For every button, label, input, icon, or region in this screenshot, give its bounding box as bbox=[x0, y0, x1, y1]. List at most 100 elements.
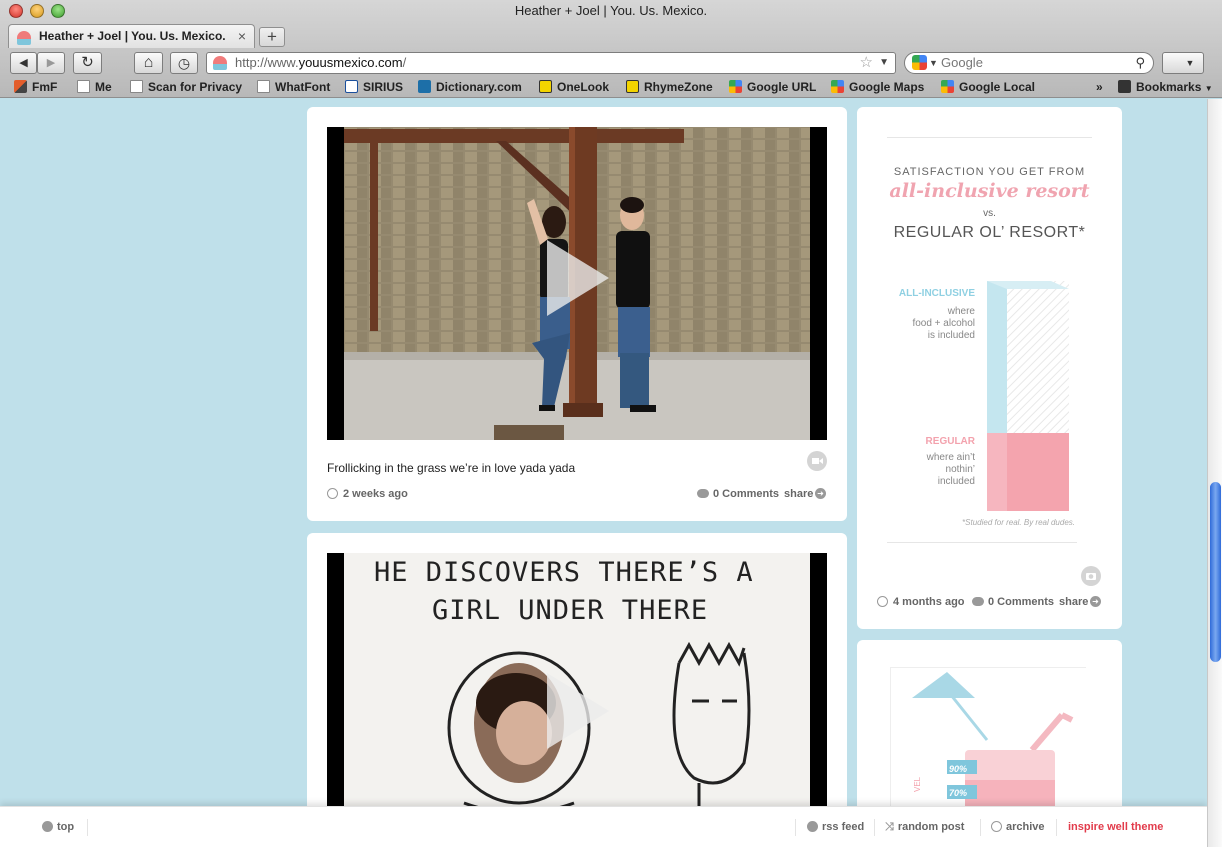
home-button[interactable]: ⌂ bbox=[134, 52, 163, 74]
google-maps-icon bbox=[831, 80, 844, 93]
label-regular-desc: where ain’t nothin’ included bbox=[926, 452, 975, 487]
extension-dropdown-icon: ▼ bbox=[1185, 58, 1195, 68]
chevron-down-icon: ▼ bbox=[1204, 84, 1213, 93]
footer-divider bbox=[1056, 819, 1057, 836]
share-arrow-icon[interactable]: ➜ bbox=[1090, 596, 1101, 607]
engine-dropdown-icon[interactable]: ▼ bbox=[929, 53, 938, 73]
infographic-vs: vs. bbox=[983, 208, 996, 219]
bookmarks-overflow-button[interactable]: » bbox=[1096, 79, 1103, 95]
bookmark-me[interactable]: Me bbox=[77, 79, 112, 95]
fmf-icon bbox=[14, 80, 27, 93]
url-dropdown-icon[interactable]: ▼ bbox=[879, 53, 889, 73]
theme-credit-link[interactable]: inspire well theme bbox=[1068, 821, 1163, 834]
new-tab-button[interactable]: + bbox=[259, 27, 285, 47]
bookmark-scan-for-privacy[interactable]: Scan for Privacy bbox=[130, 79, 242, 95]
share-link[interactable]: share bbox=[784, 488, 813, 500]
history-button[interactable]: ◷ bbox=[170, 52, 198, 74]
rss-icon bbox=[807, 821, 818, 832]
bookmarks-toolbar: FmF Me Scan for Privacy WhatFont SIRIUS … bbox=[0, 77, 1222, 97]
dictionary-icon bbox=[418, 80, 431, 93]
label-all-inclusive: ALL-INCLUSIVE bbox=[898, 288, 975, 299]
page-scrollbar[interactable] bbox=[1207, 99, 1222, 847]
post-time-link[interactable]: 2 weeks ago bbox=[343, 488, 408, 500]
google-icon bbox=[729, 80, 742, 93]
page-content: Frollicking in the grass we’re in love y… bbox=[0, 99, 1207, 806]
page-icon bbox=[130, 80, 143, 93]
url-scheme: http://www. bbox=[235, 55, 299, 70]
camera-icon bbox=[1081, 566, 1101, 586]
forward-button[interactable]: ▶ bbox=[37, 52, 65, 74]
infographic-heading: SATISFACTION YOU GET FROM bbox=[893, 166, 1086, 178]
video-player[interactable] bbox=[327, 127, 827, 440]
reload-button[interactable]: ↻ bbox=[73, 52, 102, 74]
shuffle-icon: ⤨ bbox=[885, 821, 894, 833]
site-favicon-icon bbox=[17, 31, 31, 45]
extension-button[interactable]: ▼ bbox=[1162, 52, 1204, 74]
bookmark-dictionary[interactable]: Dictionary.com bbox=[418, 79, 522, 95]
bookmark-onelook[interactable]: OneLook bbox=[539, 79, 609, 95]
share-link[interactable]: share bbox=[1059, 596, 1088, 608]
arrow-up-icon bbox=[42, 821, 53, 832]
comments-link[interactable]: 0 Comments bbox=[988, 596, 1054, 608]
scrollbar-thumb[interactable] bbox=[1210, 482, 1221, 662]
satisfaction-bars bbox=[987, 281, 1069, 511]
google-engine-icon[interactable] bbox=[912, 55, 927, 70]
label-90-percent: 90% bbox=[949, 764, 968, 774]
post-time-link[interactable]: 4 months ago bbox=[893, 596, 965, 608]
navigation-toolbar: ◀ ▶ ↻ ⌂ ◷ http://www.youusmexico.com/ ☆ … bbox=[0, 51, 1222, 75]
clock-icon bbox=[327, 488, 338, 499]
back-button[interactable]: ◀ bbox=[10, 52, 37, 74]
post-caption: Frollicking in the grass we’re in love y… bbox=[327, 461, 576, 475]
page-icon bbox=[77, 80, 90, 93]
search-input[interactable]: ▼ Google ⚲ bbox=[904, 52, 1154, 74]
window-minimize-button[interactable] bbox=[30, 4, 44, 18]
bookmark-google-url[interactable]: Google URL bbox=[729, 79, 816, 95]
play-icon[interactable] bbox=[547, 673, 609, 749]
tab-close-icon[interactable]: × bbox=[238, 25, 246, 48]
bookmark-fmf[interactable]: FmF bbox=[14, 79, 57, 95]
infographic-bar bbox=[987, 281, 1069, 511]
infographic-divider bbox=[887, 542, 1077, 543]
browser-chrome: Heather + Joel | You. Us. Mexico. Heathe… bbox=[0, 0, 1222, 98]
search-placeholder: Google bbox=[941, 55, 983, 70]
bookmark-sirius[interactable]: SIRIUS bbox=[345, 79, 403, 95]
infographic: SATISFACTION YOU GET FROM all-inclusive … bbox=[887, 137, 1092, 543]
infographic-script-heading: all-inclusive resort bbox=[889, 180, 1090, 202]
forward-icon: ▶ bbox=[46, 57, 56, 69]
share-arrow-icon[interactable]: ➜ bbox=[815, 488, 826, 499]
search-icon[interactable]: ⚲ bbox=[1135, 53, 1145, 73]
history-icon: ◷ bbox=[177, 55, 191, 71]
bookmark-google-local[interactable]: Google Local bbox=[941, 79, 1035, 95]
bookmark-whatfont[interactable]: WhatFont bbox=[257, 79, 330, 95]
bookmark-google-maps[interactable]: Google Maps bbox=[831, 79, 924, 95]
rhymezone-icon bbox=[626, 80, 639, 93]
side-label: VEL bbox=[913, 776, 922, 792]
bookmark-star-icon[interactable]: ☆ bbox=[860, 53, 873, 73]
bookmarks-icon bbox=[1118, 80, 1131, 93]
theme-footer-bar: top rss feed ⤨ random post archive inspir… bbox=[0, 806, 1207, 847]
photo-post-card: 90% 70% VEL bbox=[857, 640, 1122, 806]
window-close-button[interactable] bbox=[9, 4, 23, 18]
video-player[interactable]: HE DISCOVERS THERE’S A GIRL UNDER THERE bbox=[327, 553, 827, 806]
rss-feed-link[interactable]: rss feed bbox=[807, 821, 864, 834]
url-input[interactable]: http://www.youusmexico.com/ ☆ ▼ bbox=[206, 52, 896, 74]
play-icon[interactable] bbox=[547, 240, 609, 316]
label-all-inclusive-desc: where food + alcohol is included bbox=[912, 306, 975, 341]
photo-post-card: SATISFACTION YOU GET FROM all-inclusive … bbox=[857, 107, 1122, 629]
tab-active[interactable]: Heather + Joel | You. Us. Mexico. × bbox=[8, 24, 255, 48]
infographic-subheading: REGULAR OL’ RESORT* bbox=[893, 224, 1086, 241]
archive-link[interactable]: archive bbox=[991, 821, 1045, 834]
bookmark-rhymezone[interactable]: RhymeZone bbox=[626, 79, 713, 95]
bookmarks-menu-button[interactable]: Bookmarks ▼ bbox=[1118, 79, 1213, 97]
onelook-icon bbox=[539, 80, 552, 93]
comments-link[interactable]: 0 Comments bbox=[713, 488, 779, 500]
comment-bubble-icon bbox=[972, 597, 984, 606]
label-regular: REGULAR bbox=[925, 436, 975, 447]
top-link[interactable]: top bbox=[42, 821, 74, 834]
url-host: youusmexico.com bbox=[298, 55, 403, 70]
home-icon: ⌂ bbox=[143, 54, 154, 71]
comment-bubble-icon bbox=[697, 489, 709, 498]
back-icon: ◀ bbox=[19, 57, 28, 69]
random-post-link[interactable]: ⤨ random post bbox=[885, 821, 964, 834]
window-zoom-button[interactable] bbox=[51, 4, 65, 18]
